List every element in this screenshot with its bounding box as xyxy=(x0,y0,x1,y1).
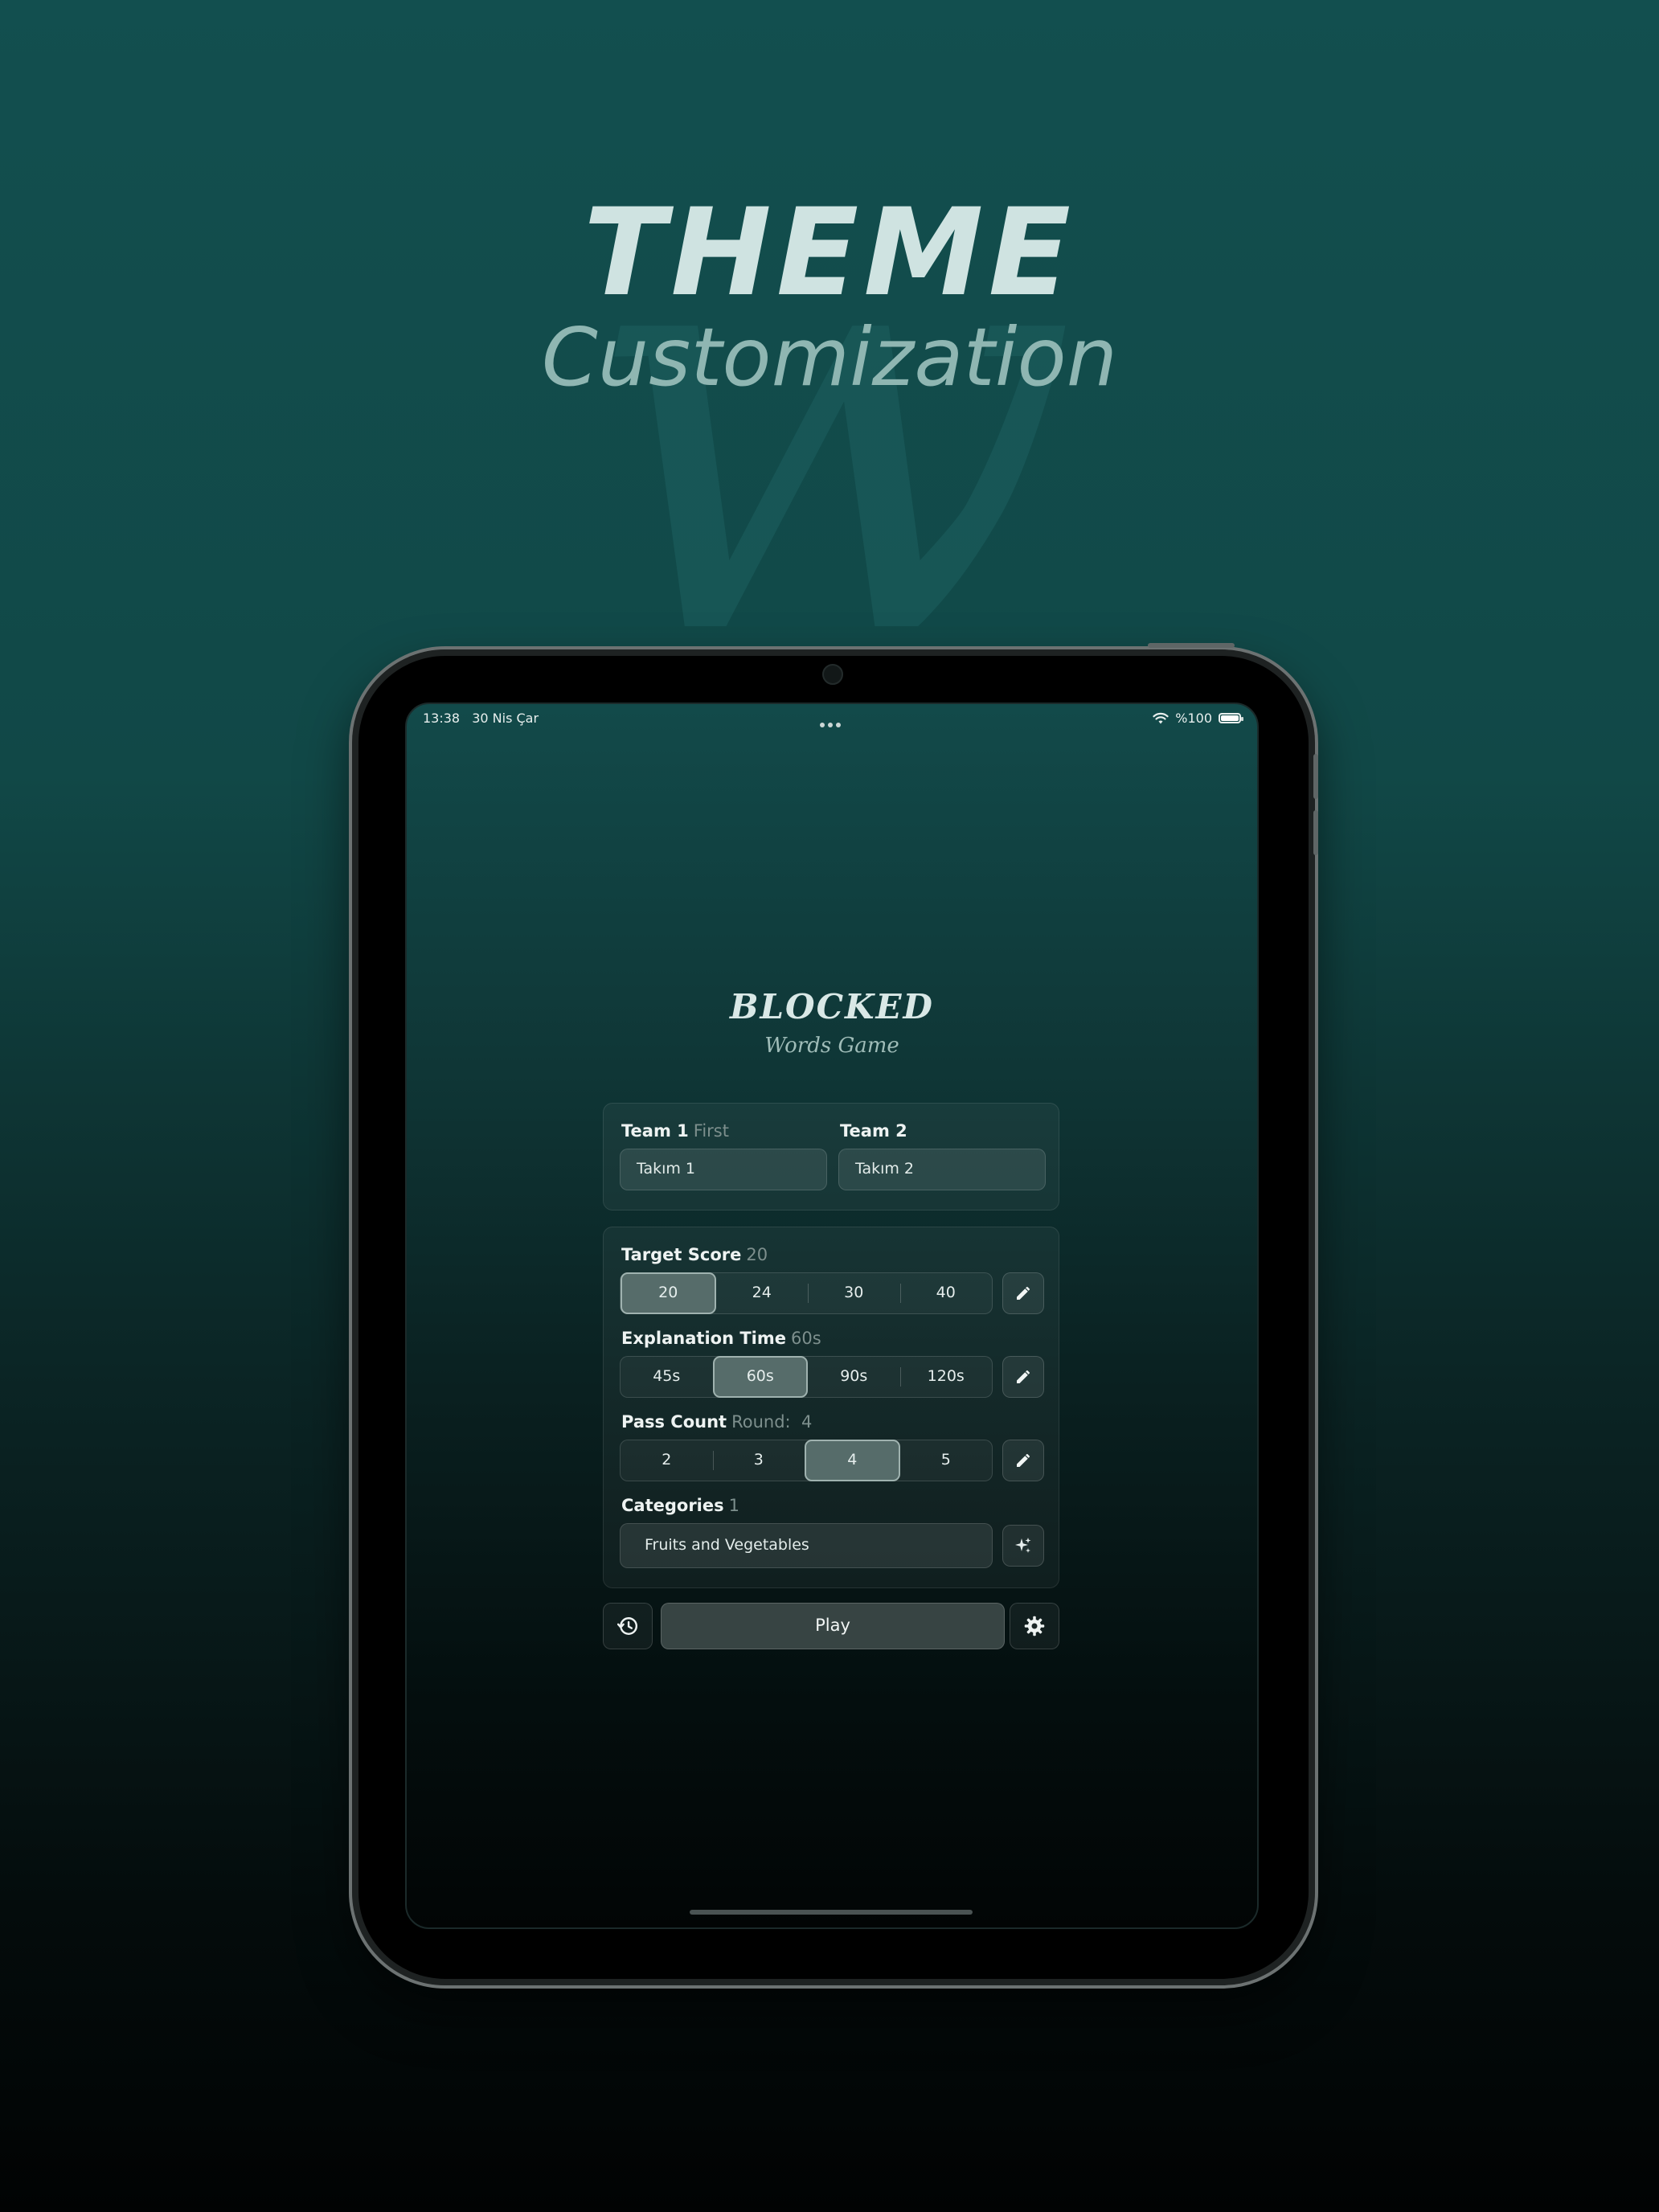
status-time-date: 13:38 30 Nis Çar xyxy=(423,711,539,726)
app-title: BLOCKED xyxy=(730,987,934,1026)
hero-title: THEME xyxy=(583,183,1076,323)
history-icon xyxy=(617,1617,637,1635)
battery-percent: %100 xyxy=(1175,711,1212,726)
status-date: 30 Nis Çar xyxy=(472,711,539,726)
edit-explanation-time-button[interactable] xyxy=(1002,1356,1044,1398)
top-button xyxy=(1148,643,1235,648)
hero-banner: w THEME Customization xyxy=(0,0,1659,715)
teams-card: Team 1 First Takım 1 Team 2 Takım 2 xyxy=(603,1103,1059,1210)
tablet-screen: 13:38 30 Nis Çar %100 BLOCKED Words Game… xyxy=(405,703,1259,1929)
status-time: 13:38 xyxy=(423,711,461,726)
target-score-label: Target Score 20 xyxy=(621,1245,768,1264)
pass-count-label: Pass Count Round: 4 xyxy=(621,1412,813,1432)
status-indicators: %100 xyxy=(1153,711,1243,726)
target-score-option[interactable]: 40 xyxy=(899,1273,993,1313)
pass-count-option[interactable]: 3 xyxy=(712,1440,805,1481)
explanation-time-option[interactable]: 90s xyxy=(808,1357,900,1397)
play-button[interactable]: Play xyxy=(661,1603,1005,1649)
target-score-selector[interactable]: 20 24 30 40 xyxy=(620,1272,993,1314)
home-indicator xyxy=(690,1910,973,1915)
settings-button[interactable] xyxy=(1010,1603,1059,1649)
target-score-current: 20 xyxy=(746,1245,768,1264)
categories-label: Categories 1 xyxy=(621,1496,739,1515)
sparkle-icon xyxy=(1015,1538,1031,1553)
pass-count-option[interactable]: 2 xyxy=(621,1440,713,1481)
multitasking-dots[interactable] xyxy=(820,715,844,731)
explanation-time-option[interactable]: 45s xyxy=(621,1357,713,1397)
wifi-icon xyxy=(1153,712,1169,723)
target-score-option[interactable]: 20 xyxy=(621,1272,716,1314)
status-bar: 13:38 30 Nis Çar %100 xyxy=(407,704,1257,733)
history-button[interactable] xyxy=(603,1603,653,1649)
gear-icon xyxy=(1024,1616,1045,1636)
team1-hint: First xyxy=(693,1121,729,1141)
random-categories-button[interactable] xyxy=(1002,1525,1044,1567)
pencil-icon xyxy=(1017,1454,1030,1467)
pass-count-option[interactable]: 5 xyxy=(900,1440,993,1481)
tablet-frame: 13:38 30 Nis Çar %100 BLOCKED Words Game… xyxy=(349,643,1318,1989)
explanation-time-option[interactable]: 60s xyxy=(712,1356,808,1398)
battery-icon xyxy=(1219,713,1243,723)
settings-card: Target Score 20 20 24 30 40 Explanation T… xyxy=(603,1227,1059,1588)
volume-up-button xyxy=(1313,754,1318,799)
team2-label: Team 2 xyxy=(840,1121,907,1141)
explanation-time-option[interactable]: 120s xyxy=(899,1357,993,1397)
team2-input[interactable]: Takım 2 xyxy=(838,1149,1046,1190)
pass-count-current: Round: 4 xyxy=(731,1412,813,1432)
team1-input[interactable]: Takım 1 xyxy=(620,1149,827,1190)
explanation-time-selector[interactable]: 45s 60s 90s 120s xyxy=(620,1356,993,1398)
app-subtitle: Words Game xyxy=(764,1034,899,1058)
explanation-time-current: 60s xyxy=(791,1329,821,1348)
explanation-time-label: Explanation Time 60s xyxy=(621,1329,821,1348)
categories-count: 1 xyxy=(728,1496,739,1515)
pass-count-selector[interactable]: 2 3 4 5 xyxy=(620,1440,993,1481)
volume-down-button xyxy=(1313,810,1318,855)
hero-subtitle: Customization xyxy=(541,310,1118,404)
pencil-icon xyxy=(1017,1287,1030,1300)
target-score-option[interactable]: 24 xyxy=(716,1273,809,1313)
target-score-option[interactable]: 30 xyxy=(808,1273,900,1313)
edit-pass-count-button[interactable] xyxy=(1002,1440,1044,1481)
pass-count-option[interactable]: 4 xyxy=(805,1440,900,1481)
edit-target-score-button[interactable] xyxy=(1002,1272,1044,1314)
categories-field[interactable]: Fruits and Vegetables xyxy=(620,1523,993,1568)
front-camera xyxy=(822,664,843,685)
pencil-icon xyxy=(1017,1370,1030,1383)
team1-label: Team 1 First xyxy=(621,1121,729,1141)
